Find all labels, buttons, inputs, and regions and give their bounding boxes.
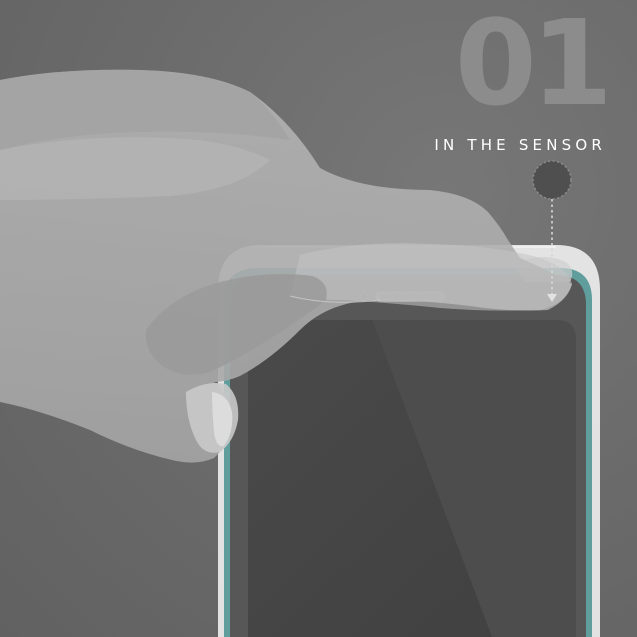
sensor-target-icon	[532, 160, 572, 200]
step-number: 01	[454, 0, 613, 132]
illustration-stage: 01 IN THE SENSOR	[0, 0, 637, 637]
step-caption: IN THE SENSOR	[434, 136, 606, 154]
